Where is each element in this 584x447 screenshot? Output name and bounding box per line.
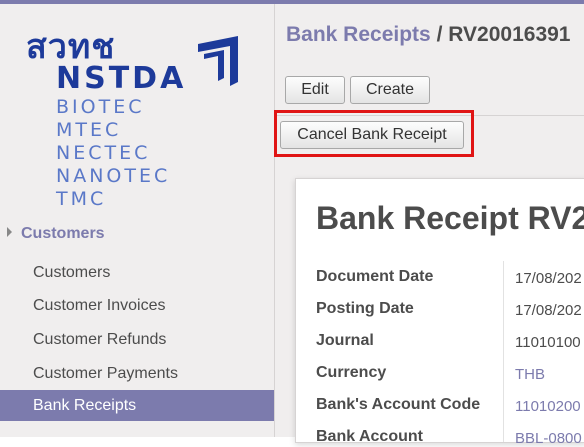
journal-value: 11010100 [515,334,581,351]
sidebar-item-label: Customers [33,264,111,281]
sidebar-item-customers[interactable]: Customers [0,257,274,288]
sidebar-item-customer-invoices[interactable]: Customer Invoices [0,290,274,321]
breadcrumb: Bank Receipts / RV20016391 [286,23,570,47]
logo-unit: MTEC [56,119,122,141]
nstda-logo[interactable]: สวทช NSTDA BIOTEC MTEC NECTEC NANOTEC TM… [22,28,252,218]
sidebar-item-label: Customer Refunds [33,331,167,348]
expand-arrow-icon [7,227,12,237]
form-sheet: Bank Receipt RV2 Document Date 17/08/202… [295,178,584,447]
breadcrumb-parent-link[interactable]: Bank Receipts [286,23,431,46]
sidebar-item-customer-payments[interactable]: Customer Payments [0,358,274,389]
logo-thai-text: สวทช [26,27,116,67]
document-date-value: 17/08/202 [515,270,582,287]
logo-unit: TMC [56,188,107,210]
currency-label: Currency [316,364,387,381]
bank-account-link[interactable]: BBL-0800 [515,430,582,447]
edit-button[interactable]: Edit [285,76,345,104]
bank-account-label: Bank Account [316,428,423,445]
sidebar: สวทช NSTDA BIOTEC MTEC NECTEC NANOTEC TM… [0,4,275,437]
highlight-box [274,110,474,157]
sidebar-item-customer-refunds[interactable]: Customer Refunds [0,324,274,355]
logo-unit: BIOTEC [56,96,145,118]
breadcrumb-current: RV20016391 [448,23,571,46]
logo-unit: NECTEC [56,142,151,164]
main-content: Bank Receipts / RV20016391 Edit Create C… [275,4,584,447]
currency-link[interactable]: THB [515,366,545,383]
create-button[interactable]: Create [350,76,430,104]
bank-account-code-label: Bank's Account Code [316,396,481,413]
sidebar-item-label: Customer Payments [33,365,178,382]
sidebar-section-customers[interactable]: Customers [0,222,274,248]
sidebar-item-bank-receipts[interactable]: Bank Receipts [0,390,274,421]
document-date-label: Document Date [316,268,434,285]
sidebar-section-label: Customers [21,225,105,242]
posting-date-value: 17/08/202 [515,302,582,319]
logo-mark-icon [198,36,238,86]
bank-account-code-link[interactable]: 11010200 [515,398,581,415]
sheet-title: Bank Receipt RV2 [316,200,584,236]
sidebar-item-label: Bank Receipts [33,397,137,414]
posting-date-label: Posting Date [316,300,414,317]
logo-unit: NANOTEC [56,165,171,187]
journal-label: Journal [316,332,374,349]
breadcrumb-separator: / [430,23,449,46]
logo-nstda-text: NSTDA [56,61,187,96]
field-divider [503,261,504,442]
sidebar-item-label: Customer Invoices [33,297,166,314]
